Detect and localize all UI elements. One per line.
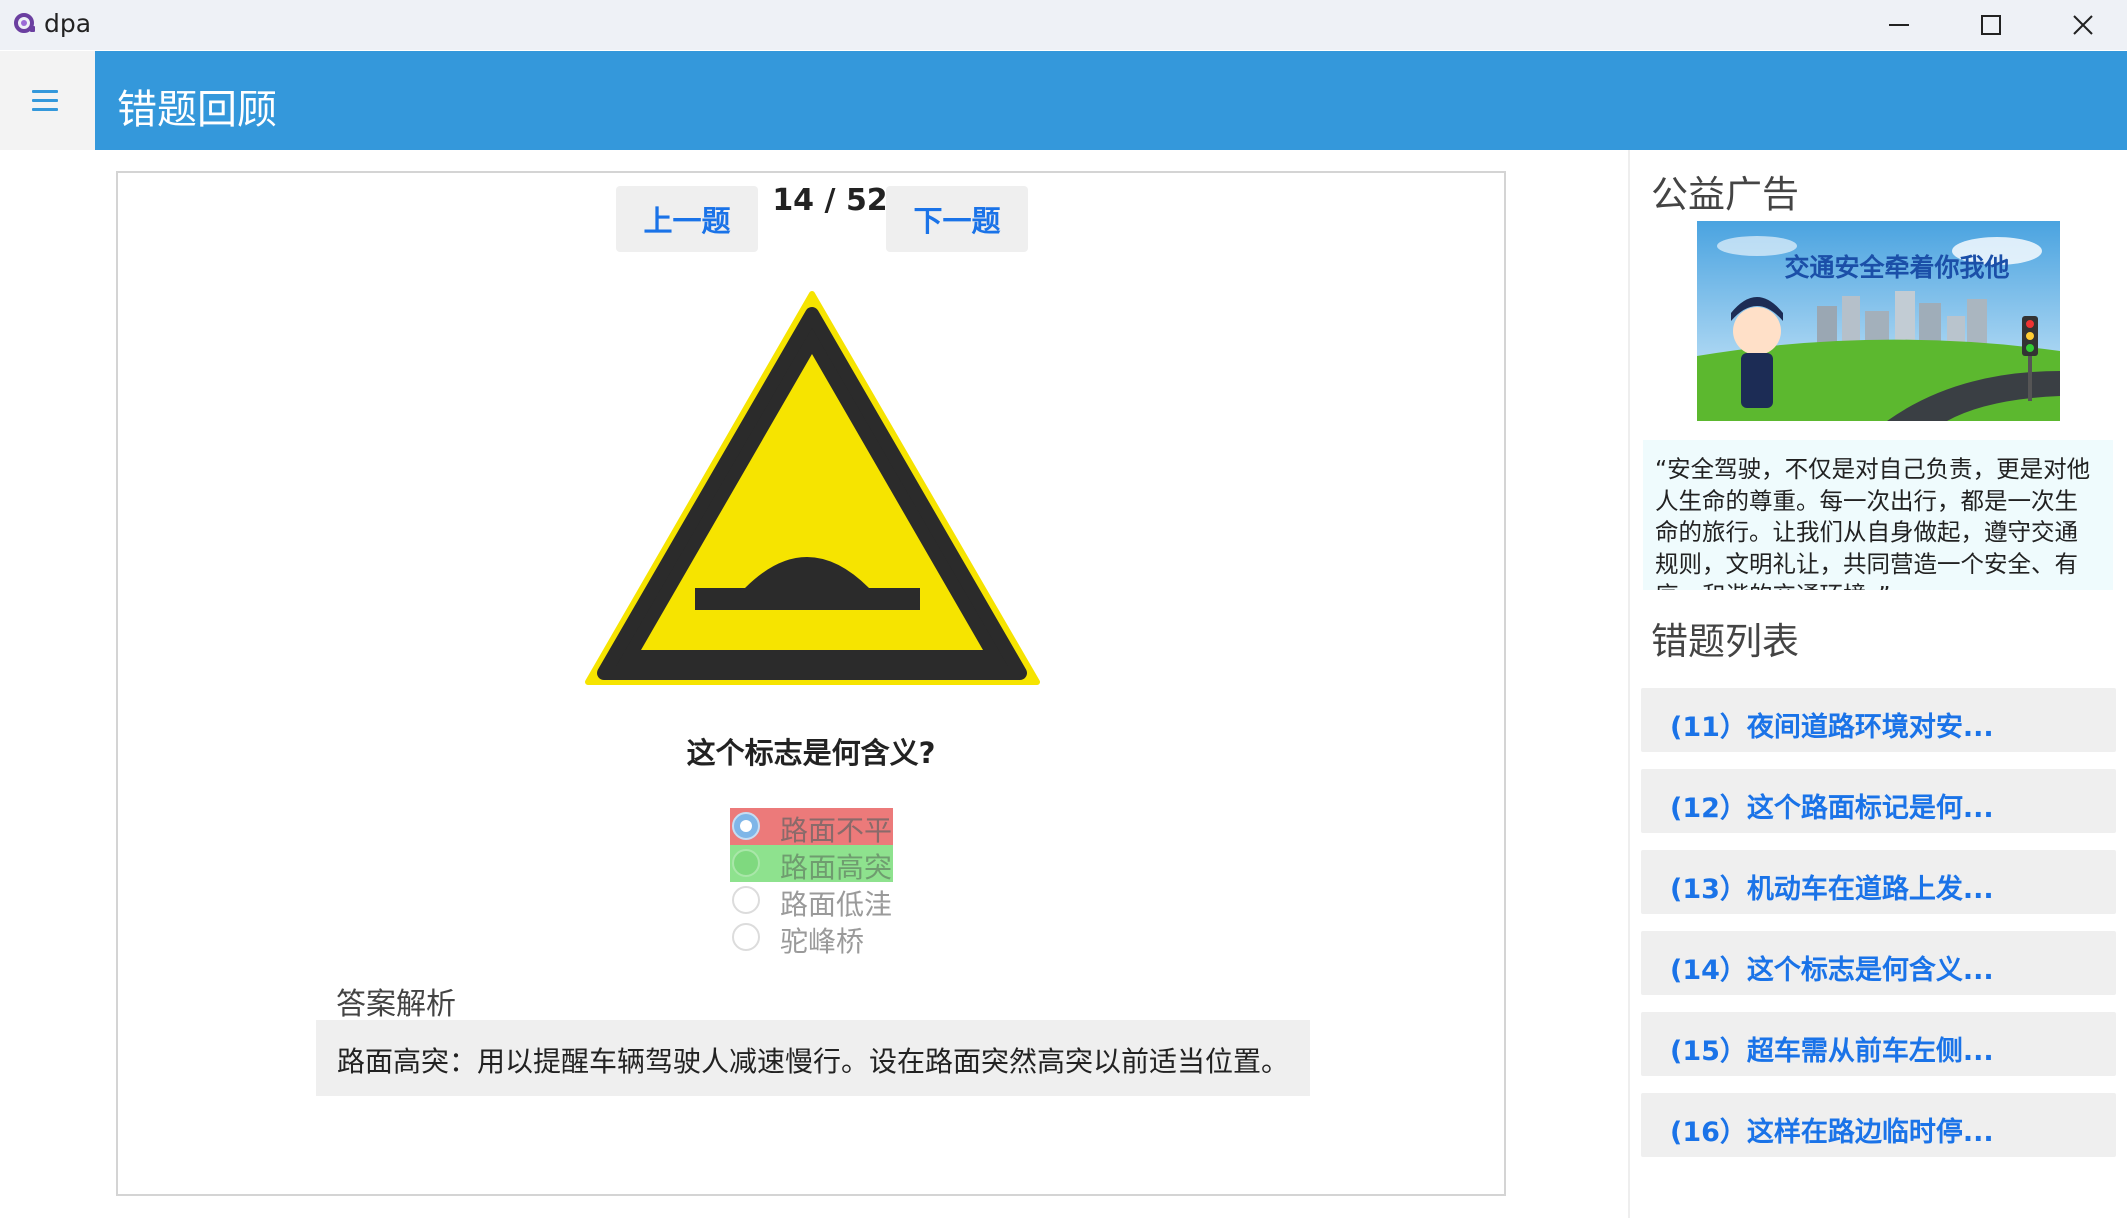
close-icon bbox=[2073, 15, 2093, 35]
wrong-list-item[interactable]: (14）这个标志是何含义... bbox=[1641, 931, 2116, 995]
option-label: 驼峰桥 bbox=[780, 925, 865, 958]
option-2[interactable]: 路面高突 bbox=[730, 845, 893, 884]
close-button[interactable] bbox=[2037, 0, 2127, 50]
analysis-text: 路面高突：用以提醒车辆驾驶人减速慢行。设在路面突然高突以前适当位置。 bbox=[316, 1020, 1310, 1096]
total-question-count: 52 bbox=[845, 183, 888, 218]
maximize-button[interactable] bbox=[1945, 0, 2037, 50]
wrong-list-item[interactable]: (12）这个路面标记是何... bbox=[1641, 769, 2116, 833]
app-logo-icon bbox=[14, 13, 35, 33]
counter-separator: / bbox=[824, 183, 836, 218]
maximize-icon bbox=[1981, 15, 2001, 35]
sidebar-divider bbox=[1628, 150, 1630, 1218]
option-label: 路面低洼 bbox=[780, 888, 893, 921]
speed-bump-warning-sign-icon bbox=[585, 291, 1040, 685]
window-titlebar: dpa bbox=[0, 0, 2127, 50]
prev-question-button[interactable]: 上一题 bbox=[616, 186, 758, 252]
radio-icon[interactable] bbox=[732, 849, 760, 877]
option-label: 路面不平 bbox=[780, 814, 893, 847]
hamburger-menu-icon bbox=[32, 90, 58, 112]
app-name: dpa bbox=[44, 9, 92, 38]
page-title: 错题回顾 bbox=[117, 87, 277, 133]
option-1[interactable]: 路面不平 bbox=[730, 808, 893, 847]
app-header: 错题回顾 bbox=[95, 51, 2127, 150]
option-3[interactable]: 路面低洼 bbox=[730, 882, 900, 921]
next-question-button[interactable]: 下一题 bbox=[886, 186, 1028, 252]
wrong-question-list: (11）夜间道路环境对安... (12）这个路面标记是何... (13）机动车在… bbox=[1641, 688, 2116, 1174]
radio-selected-icon[interactable] bbox=[732, 812, 760, 840]
current-question-number: 14 bbox=[772, 183, 815, 218]
option-4[interactable]: 驼峰桥 bbox=[730, 919, 900, 958]
radio-icon[interactable] bbox=[732, 923, 760, 951]
minimize-icon bbox=[1889, 24, 1909, 26]
minimize-button[interactable] bbox=[1853, 0, 1945, 50]
option-label: 路面高突 bbox=[780, 851, 893, 884]
wrong-list-item[interactable]: (15）超车需从前车左侧... bbox=[1641, 1012, 2116, 1076]
wrong-list-title: 错题列表 bbox=[1651, 620, 1799, 663]
question-counter: 14 / 52 bbox=[758, 183, 902, 218]
question-card: 上一题 14 / 52 下一题 这个标志是何含义? 路面不平 路面高突 路面低洼… bbox=[116, 171, 1506, 1196]
analysis-heading: 答案解析 bbox=[336, 987, 456, 1022]
ad-section-title: 公益广告 bbox=[1651, 173, 1799, 216]
wrong-list-item[interactable]: (11）夜间道路环境对安... bbox=[1641, 688, 2116, 752]
answer-options: 路面不平 路面高突 路面低洼 驼峰桥 bbox=[730, 808, 900, 958]
wrong-list-item[interactable]: (16）这样在路边临时停... bbox=[1641, 1093, 2116, 1157]
ad-quote: “安全驾驶，不仅是对自己负责，更是对他人生命的尊重。每一次出行，都是一次生命的旅… bbox=[1643, 440, 2113, 590]
radio-icon[interactable] bbox=[732, 886, 760, 914]
question-text: 这个标志是何含义? bbox=[686, 736, 936, 770]
wrong-list-item[interactable]: (13）机动车在道路上发... bbox=[1641, 850, 2116, 914]
menu-button[interactable] bbox=[0, 51, 95, 150]
ad-banner-text: 交通安全牵着你我他 bbox=[1784, 253, 2009, 282]
traffic-safety-ad-banner: 交通安全牵着你我他 bbox=[1697, 221, 2060, 421]
